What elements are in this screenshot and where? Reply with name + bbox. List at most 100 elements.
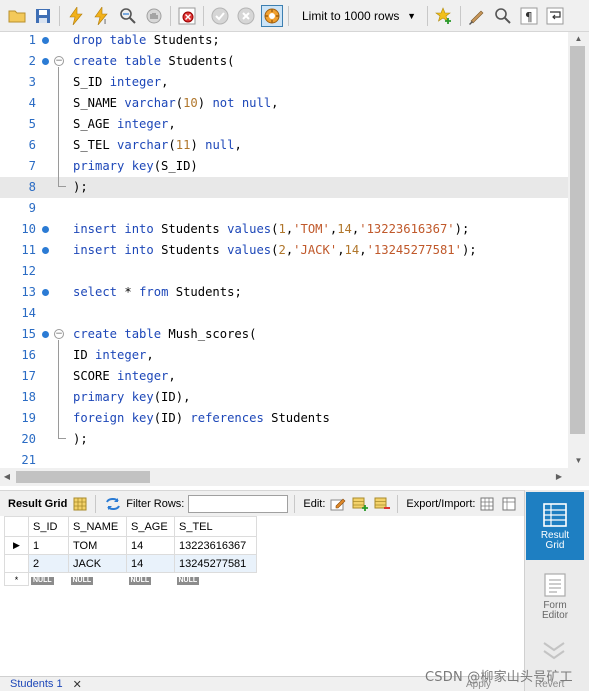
- scrollbar-thumb[interactable]: [16, 471, 150, 483]
- code-token: Students: [161, 243, 228, 257]
- code-token: '13245277581': [366, 243, 462, 257]
- column-header[interactable]: S_NAME: [68, 516, 127, 537]
- table-cell[interactable]: 2: [28, 554, 69, 573]
- editor-vertical-scrollbar[interactable]: ▲ ▼: [568, 32, 589, 468]
- line-number: 1: [28, 33, 36, 47]
- autocommit-toggle-icon[interactable]: [261, 4, 283, 27]
- code-line[interactable]: 9: [0, 198, 568, 219]
- code-token: references: [190, 411, 272, 425]
- code-line[interactable]: 2 − create table Students(: [0, 51, 568, 72]
- delete-row-icon[interactable]: [373, 496, 391, 512]
- code-token: ): [190, 138, 206, 152]
- filter-rows-input[interactable]: [188, 494, 289, 513]
- result-grid[interactable]: S_ID S_NAME S_AGE S_TEL ▶ 1 TOM 14 13223…: [0, 516, 524, 676]
- line-number: 7: [28, 159, 36, 173]
- open-folder-icon[interactable]: [6, 5, 28, 27]
- code-line[interactable]: 13 select * from Students;: [0, 282, 568, 303]
- side-result-grid-button[interactable]: Result Grid: [526, 492, 584, 560]
- import-icon[interactable]: [501, 496, 519, 512]
- scroll-up-arrow-icon[interactable]: ▲: [568, 32, 589, 46]
- code-line[interactable]: 19 foreign key(ID) references Students: [0, 408, 568, 429]
- table-row[interactable]: 2 JACK 14 13245277581: [4, 554, 257, 573]
- code-line[interactable]: 11 insert into Students values(2,'JACK',1…: [0, 240, 568, 261]
- limit-rows-value: Limit to 1000 rows: [302, 8, 400, 23]
- code-line[interactable]: 18 primary key(ID),: [0, 387, 568, 408]
- code-token: (ID): [153, 411, 191, 425]
- insert-row-icon[interactable]: [351, 496, 369, 512]
- code-line[interactable]: 6 S_TEL varchar(11) null,: [0, 135, 568, 156]
- rollback-icon[interactable]: [235, 5, 257, 27]
- table-cell[interactable]: 14: [126, 554, 175, 573]
- fold-toggle-icon[interactable]: −: [54, 329, 64, 339]
- fold-guide-line: [58, 67, 59, 177]
- table-cell[interactable]: 14: [126, 536, 175, 555]
- tab-students-1[interactable]: Students 1 ✕: [0, 678, 88, 691]
- code-line[interactable]: 14: [0, 303, 568, 324]
- code-line[interactable]: 12: [0, 261, 568, 282]
- code-text: ID integer,: [73, 345, 154, 366]
- code-line[interactable]: 16 ID integer,: [0, 345, 568, 366]
- code-line[interactable]: 1 drop table Students;: [0, 32, 568, 51]
- code-line[interactable]: 7 primary key(S_ID): [0, 156, 568, 177]
- code-line[interactable]: 10 insert into Students values(1,'TOM',14…: [0, 219, 568, 240]
- row-header-corner: [4, 516, 29, 537]
- scroll-left-arrow-icon[interactable]: ◀: [0, 468, 14, 486]
- limit-rows-select[interactable]: Limit to 1000 rows ▼: [296, 5, 420, 27]
- table-row[interactable]: ▶ 1 TOM 14 13223616367: [4, 536, 257, 555]
- table-cell[interactable]: NULL: [29, 573, 69, 585]
- code-token: foreign key: [73, 411, 154, 425]
- table-cell[interactable]: 13245277581: [174, 554, 257, 573]
- code-line[interactable]: 5 S_AGE integer,: [0, 114, 568, 135]
- scroll-right-arrow-icon[interactable]: ▶: [552, 468, 566, 486]
- scrollbar-thumb[interactable]: [570, 46, 585, 434]
- result-grid-tab[interactable]: Result Grid: [8, 498, 67, 510]
- column-header[interactable]: S_AGE: [126, 516, 175, 537]
- table-cell[interactable]: NULL: [69, 573, 127, 585]
- line-number: 2: [28, 54, 36, 68]
- fold-toggle-icon[interactable]: −: [54, 56, 64, 66]
- code-text: SCORE integer,: [73, 366, 176, 387]
- grid-view-icon[interactable]: [71, 496, 89, 512]
- table-cell[interactable]: NULL: [127, 573, 175, 585]
- column-header[interactable]: S_TEL: [174, 516, 257, 537]
- code-line[interactable]: 20);: [0, 429, 568, 450]
- toggle-error-icon[interactable]: [176, 5, 198, 27]
- edit-row-pencil-icon[interactable]: [329, 496, 347, 512]
- add-snippet-star-icon[interactable]: [433, 5, 455, 27]
- scroll-down-arrow-icon[interactable]: ▼: [568, 454, 589, 468]
- wrap-lines-icon[interactable]: [544, 5, 566, 27]
- execute-current-icon[interactable]: I: [91, 5, 113, 27]
- code-line[interactable]: 8);: [0, 177, 568, 198]
- code-line[interactable]: 3 S_ID integer,: [0, 72, 568, 93]
- export-icon[interactable]: [479, 496, 497, 512]
- sql-editor[interactable]: 1 drop table Students; 2− create table Stud…: [0, 32, 568, 468]
- explain-magnifier-icon[interactable]: [117, 5, 139, 27]
- code-token: create table: [73, 327, 169, 341]
- column-header[interactable]: S_ID: [28, 516, 69, 537]
- code-line[interactable]: 17 SCORE integer,: [0, 366, 568, 387]
- statement-marker-icon: [42, 58, 49, 65]
- table-cell[interactable]: NULL: [175, 573, 257, 585]
- refresh-arrows-icon[interactable]: [104, 496, 122, 512]
- close-icon[interactable]: ✕: [73, 678, 82, 691]
- code-line[interactable]: 4 S_NAME varchar(10) not null,: [0, 93, 568, 114]
- table-cell[interactable]: 1: [28, 536, 69, 555]
- chevrons-down-icon[interactable]: [539, 640, 569, 662]
- side-form-editor-button[interactable]: Form Editor: [526, 562, 584, 630]
- editor-horizontal-scrollbar[interactable]: ◀ ▶: [0, 468, 589, 486]
- code-line[interactable]: 21: [0, 450, 568, 468]
- save-icon[interactable]: [32, 5, 54, 27]
- code-token: not null: [212, 96, 272, 110]
- beautify-brush-icon[interactable]: [466, 5, 488, 27]
- table-cell[interactable]: JACK: [68, 554, 127, 573]
- commit-check-icon[interactable]: [209, 5, 231, 27]
- execute-lightning-icon[interactable]: [65, 5, 87, 27]
- code-token: ,: [168, 117, 176, 131]
- find-magnifier-icon[interactable]: [492, 5, 514, 27]
- table-cell[interactable]: 13223616367: [174, 536, 257, 555]
- new-row[interactable]: * NULL NULL NULL NULL: [4, 572, 257, 586]
- code-line[interactable]: 15 − create table Mush_scores(: [0, 324, 568, 345]
- stop-hand-icon[interactable]: [143, 5, 165, 27]
- table-cell[interactable]: TOM: [68, 536, 127, 555]
- invisible-chars-pilcrow-icon[interactable]: ¶: [518, 5, 540, 27]
